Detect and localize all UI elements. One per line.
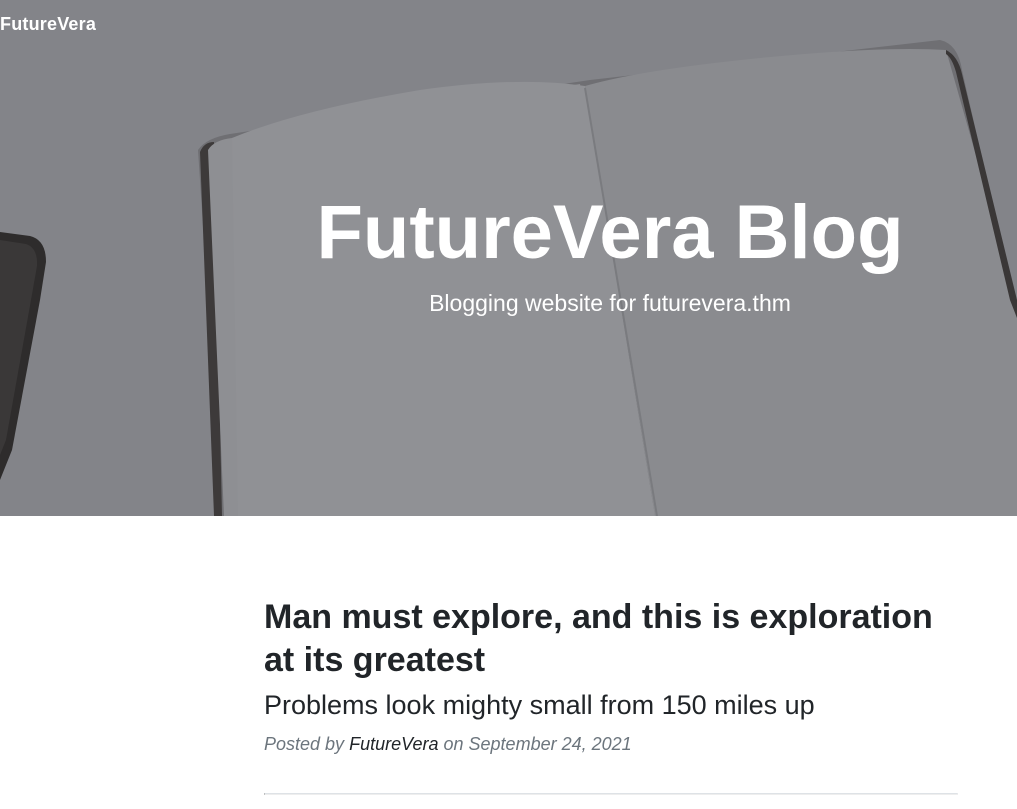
post-preview: Man must explore, and this is exploratio… <box>264 596 958 756</box>
site-subtitle: Blogging website for futurevera.thm <box>429 290 791 316</box>
post-link[interactable]: Man must explore, and this is exploratio… <box>264 596 958 722</box>
hero-header: FutureVera FutureVera Blog Blogging webs… <box>0 0 1017 516</box>
post-meta-middle: on <box>443 734 464 754</box>
post-date: September 24, 2021 <box>468 734 632 754</box>
post-subtitle: Problems look mighty small from 150 mile… <box>264 690 815 720</box>
navbar-brand-link[interactable]: FutureVera <box>0 14 96 35</box>
post-meta: Posted by FutureVera on September 24, 20… <box>264 732 958 756</box>
post-meta-prefix: Posted by <box>264 734 345 754</box>
post-divider <box>264 793 958 795</box>
post-title: Man must explore, and this is exploratio… <box>264 598 933 679</box>
site-title: FutureVera Blog <box>316 190 904 275</box>
post-author-link[interactable]: FutureVera <box>349 734 438 754</box>
